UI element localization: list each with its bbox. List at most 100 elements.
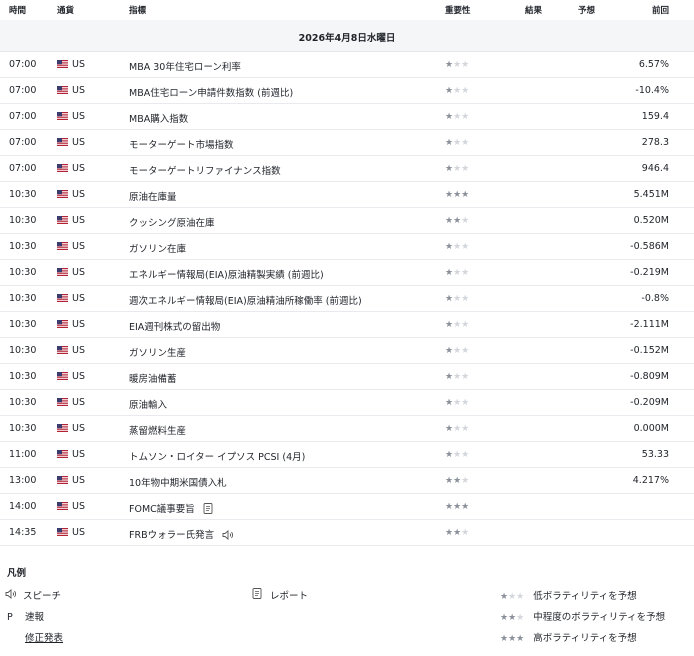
event-previous: -0.8%	[641, 293, 669, 304]
table-row[interactable]: 14:35 US FRBウォラー氏発言 ★★★	[0, 520, 694, 546]
event-name[interactable]: 原油輸入	[129, 400, 167, 411]
table-row[interactable]: 07:00 US MBA住宅ローン申請件数指数 (前週比) ★★★ -10.4%	[0, 78, 694, 104]
event-name[interactable]: MBA住宅ローン申請件数指数 (前週比)	[129, 88, 293, 99]
event-name[interactable]: FRBウォラー氏発言	[129, 530, 214, 541]
star-icon: ★	[453, 372, 462, 382]
event-name[interactable]: 蒸留燃料生産	[129, 426, 186, 437]
event-name[interactable]: モーターゲートリファイナンス指数	[129, 166, 281, 177]
star-icon: ★	[445, 424, 454, 434]
table-row[interactable]: 10:30 US エネルギー情報局(EIA)原油精製実績 (前週比) ★★★ -0.21…	[0, 260, 694, 286]
event-currency: US	[72, 137, 85, 148]
star-icon: ★	[445, 346, 454, 356]
event-name-cell: 10年物中期米国債入札	[129, 475, 227, 489]
event-previous: -2.111M	[630, 319, 669, 330]
star-icon: ★	[453, 476, 462, 486]
star-icon: ★	[445, 86, 454, 96]
table-row[interactable]: 07:00 US MBA購入指数 ★★★ 159.4	[0, 104, 694, 130]
event-name-cell: ガソリン生産	[129, 345, 186, 359]
event-name[interactable]: エネルギー情報局(EIA)原油精製実績 (前週比)	[129, 270, 324, 281]
preliminary-symbol: P	[7, 612, 13, 623]
table-row[interactable]: 10:30 US 原油輸入 ★★★ -0.209M	[0, 390, 694, 416]
star-icon: ★	[453, 138, 462, 148]
event-currency: US	[72, 85, 85, 96]
event-currency: US	[72, 527, 85, 538]
table-row[interactable]: 10:30 US 暖房油備蓄 ★★★ -0.809M	[0, 364, 694, 390]
star-icon: ★	[461, 398, 470, 408]
importance-stars: ★★★	[445, 293, 469, 304]
importance-stars: ★★★	[445, 111, 469, 122]
importance-stars: ★★★	[445, 475, 469, 486]
event-time: 07:00	[9, 163, 37, 174]
event-currency: US	[72, 215, 85, 226]
star-icon: ★	[461, 164, 470, 174]
event-name[interactable]: EIA週刊株式の留出物	[129, 322, 220, 333]
header-indicator: 指標	[129, 6, 147, 16]
event-name-cell: FOMC議事要旨	[129, 501, 213, 517]
table-row[interactable]: 10:30 US クッシング原油在庫 ★★★ 0.520M	[0, 208, 694, 234]
event-name[interactable]: MBA 30年住宅ローン利率	[129, 62, 241, 73]
event-name[interactable]: クッシング原油在庫	[129, 218, 215, 229]
star-icon: ★	[461, 242, 470, 252]
us-flag-icon	[57, 476, 68, 484]
event-currency: US	[72, 293, 85, 304]
event-name[interactable]: 原油在庫量	[129, 192, 177, 203]
table-row[interactable]: 10:30 US 週次エネルギー情報局(EIA)原油精油所稼働率 (前週比) ★★★ -…	[0, 286, 694, 312]
header-time: 時間	[9, 6, 27, 16]
us-flag-icon	[57, 164, 68, 172]
event-currency: US	[72, 371, 85, 382]
table-row[interactable]: 10:30 US ガソリン在庫 ★★★ -0.586M	[0, 234, 694, 260]
event-previous: -0.152M	[630, 345, 669, 356]
star-icon: ★	[445, 476, 454, 486]
speech-icon	[5, 589, 23, 602]
event-previous: 4.217%	[632, 475, 669, 486]
table-row[interactable]: 07:00 US MBA 30年住宅ローン利率 ★★★ 6.57%	[0, 52, 694, 78]
event-name[interactable]: 10年物中期米国債入札	[129, 478, 227, 489]
table-row[interactable]: 07:00 US モーターゲート市場指数 ★★★ 278.3	[0, 130, 694, 156]
event-time: 07:00	[9, 85, 37, 96]
event-name[interactable]: FOMC議事要旨	[129, 504, 195, 515]
table-row[interactable]: 07:00 US モーターゲートリファイナンス指数 ★★★ 946.4	[0, 156, 694, 182]
event-name[interactable]: ガソリン生産	[129, 348, 186, 359]
star-icon: ★	[445, 242, 454, 252]
star-icon: ★	[453, 112, 462, 122]
star-icon: ★	[500, 634, 509, 644]
legend-report: レポート	[252, 588, 308, 602]
star-icon: ★	[461, 190, 470, 200]
event-name[interactable]: 暖房油備蓄	[129, 374, 177, 385]
star-icon: ★	[453, 398, 462, 408]
event-previous: -10.4%	[635, 85, 669, 96]
importance-stars: ★★★	[445, 59, 469, 70]
header-currency: 通貨	[57, 6, 75, 16]
table-row[interactable]: 10:30 US ガソリン生産 ★★★ -0.152M	[0, 338, 694, 364]
table-row[interactable]: 10:30 US 蒸留燃料生産 ★★★ 0.000M	[0, 416, 694, 442]
star-icon: ★	[453, 86, 462, 96]
us-flag-icon	[57, 242, 68, 250]
event-name[interactable]: トムソン・ロイター イプソス PCSI (4月)	[129, 452, 305, 463]
table-row[interactable]: 11:00 US トムソン・ロイター イプソス PCSI (4月) ★★★ 53.33	[0, 442, 694, 468]
event-time: 10:30	[9, 215, 37, 226]
table-row[interactable]: 10:30 US EIA週刊株式の留出物 ★★★ -2.111M	[0, 312, 694, 338]
event-name[interactable]: モーターゲート市場指数	[129, 140, 234, 151]
event-name-cell: 蒸留燃料生産	[129, 423, 186, 437]
legend-preliminary: P 速報	[7, 609, 44, 623]
event-currency: US	[72, 423, 85, 434]
event-currency: US	[72, 397, 85, 408]
star-icon: ★	[445, 268, 454, 278]
event-name[interactable]: ガソリン在庫	[129, 244, 186, 255]
star-icon: ★	[445, 112, 454, 122]
star-icon: ★	[500, 592, 509, 602]
date-row: 2026年4月8日水曜日	[0, 20, 694, 52]
table-row[interactable]: 13:00 US 10年物中期米国債入札 ★★★ 4.217%	[0, 468, 694, 494]
us-flag-icon	[57, 190, 68, 198]
legend-low-label: 低ボラティリティを予想	[533, 591, 637, 602]
importance-stars: ★★★	[445, 137, 469, 148]
table-row[interactable]: 10:30 US 原油在庫量 ★★★ 5.451M	[0, 182, 694, 208]
importance-stars: ★★★	[445, 267, 469, 278]
table-row[interactable]: 14:00 US FOMC議事要旨 ★★★	[0, 494, 694, 520]
legend-mid-label: 中程度のボラティリティを予想	[533, 612, 666, 623]
star-icon: ★	[461, 268, 470, 278]
event-name[interactable]: MBA購入指数	[129, 114, 188, 125]
importance-stars: ★★★	[445, 527, 469, 538]
event-name[interactable]: 週次エネルギー情報局(EIA)原油精油所稼働率 (前週比)	[129, 296, 362, 307]
us-flag-icon	[57, 424, 68, 432]
